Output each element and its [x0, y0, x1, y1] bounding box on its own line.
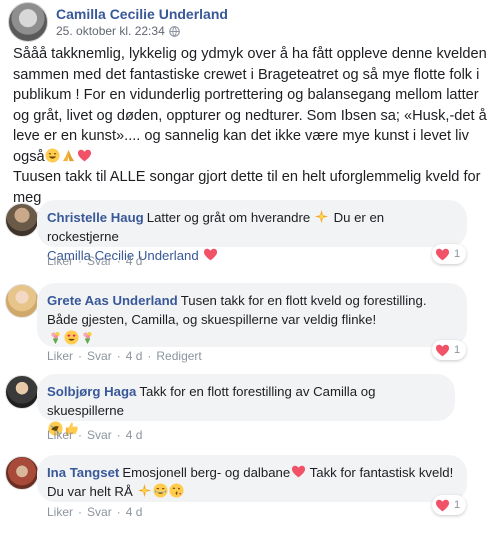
- avatar[interactable]: [5, 456, 39, 490]
- comment-text: Takk for fantastisk kveld!: [309, 465, 454, 480]
- heart-icon: [291, 464, 306, 479]
- heart-icon: [435, 498, 450, 513]
- post-header: Camilla Cecilie Underland 25. oktober kl…: [8, 2, 228, 42]
- comment-age[interactable]: 4 d: [126, 428, 143, 442]
- comment-text: Latter og gråt om hverandre: [146, 210, 311, 225]
- globe-icon: [168, 25, 180, 37]
- heart-icon: [435, 343, 450, 358]
- reply-link[interactable]: Svar: [87, 505, 112, 519]
- reaction-count: 1: [454, 499, 461, 511]
- comment-author[interactable]: Grete Aas Underland: [47, 293, 178, 308]
- comment-text: Du var helt RÅ: [47, 484, 133, 499]
- avatar[interactable]: [5, 284, 39, 318]
- heart-icon: [77, 148, 92, 163]
- smile-emoji-icon: [45, 148, 60, 163]
- post-author-name[interactable]: Camilla Cecilie Underland: [56, 5, 228, 23]
- comment-age[interactable]: 4 d: [126, 254, 143, 268]
- comment-bubble: Grete Aas Underland Tusen takk for en flo…: [37, 283, 467, 347]
- avatar[interactable]: [5, 203, 39, 237]
- post-meta: Camilla Cecilie Underland 25. oktober kl…: [56, 5, 228, 39]
- kiss-emoji-icon: [169, 483, 184, 498]
- reply-link[interactable]: Svar: [87, 254, 112, 268]
- comment-bubble: Ina Tangset Emosjonell berg- og dalbane T…: [37, 455, 467, 502]
- comment-actions: Liker · Svar · 4 d: [47, 254, 143, 268]
- comment-text: Emosjonell berg- og dalbane: [122, 465, 291, 480]
- avatar[interactable]: [8, 2, 48, 42]
- reaction-count: 1: [454, 248, 461, 260]
- comment-author[interactable]: Ina Tangset: [47, 465, 119, 480]
- comment-bubble: Solbjørg Haga Takk for en flott forestill…: [37, 374, 455, 421]
- like-link[interactable]: Liker: [47, 505, 73, 519]
- reply-link[interactable]: Svar: [87, 428, 112, 442]
- comment-author[interactable]: Christelle Haug: [47, 210, 144, 225]
- reaction-badge[interactable]: 1: [432, 244, 467, 264]
- heart-eyes-emoji-icon: [64, 330, 79, 345]
- comment-actions: Liker · Svar · 4 d: [47, 505, 143, 519]
- comment-age[interactable]: 4 d: [126, 349, 143, 363]
- comment-bubble: Christelle Haug Latter og gråt om hverand…: [37, 200, 467, 263]
- reaction-badge[interactable]: 1: [432, 495, 467, 515]
- comment-actions: Liker · Svar · 4 d: [47, 428, 143, 442]
- like-link[interactable]: Liker: [47, 349, 73, 363]
- like-link[interactable]: Liker: [47, 254, 73, 268]
- like-link[interactable]: Liker: [47, 428, 73, 442]
- praying-hands-icon: [61, 148, 76, 163]
- comment-age[interactable]: 4 d: [126, 505, 143, 519]
- reply-link[interactable]: Svar: [87, 349, 112, 363]
- heart-icon: [435, 247, 450, 262]
- bouquet-emoji-icon: [80, 330, 95, 345]
- reaction-count: 1: [454, 344, 461, 356]
- edited-label[interactable]: Redigert: [156, 349, 201, 363]
- comment-actions: Liker · Svar · 4 d · Redigert: [47, 349, 202, 363]
- sparkle-emoji-icon: [314, 209, 329, 224]
- post-timestamp[interactable]: 25. oktober kl. 22:34: [56, 23, 165, 39]
- bouquet-emoji-icon: [48, 330, 63, 345]
- post-time-row: 25. oktober kl. 22:34: [56, 23, 228, 39]
- comment-author[interactable]: Solbjørg Haga: [47, 384, 136, 399]
- avatar[interactable]: [5, 375, 39, 409]
- sparkle-emoji-icon: [137, 483, 152, 498]
- grin-tears-emoji-icon: [153, 483, 168, 498]
- heart-icon: [203, 247, 218, 262]
- reaction-badge[interactable]: 1: [432, 340, 467, 360]
